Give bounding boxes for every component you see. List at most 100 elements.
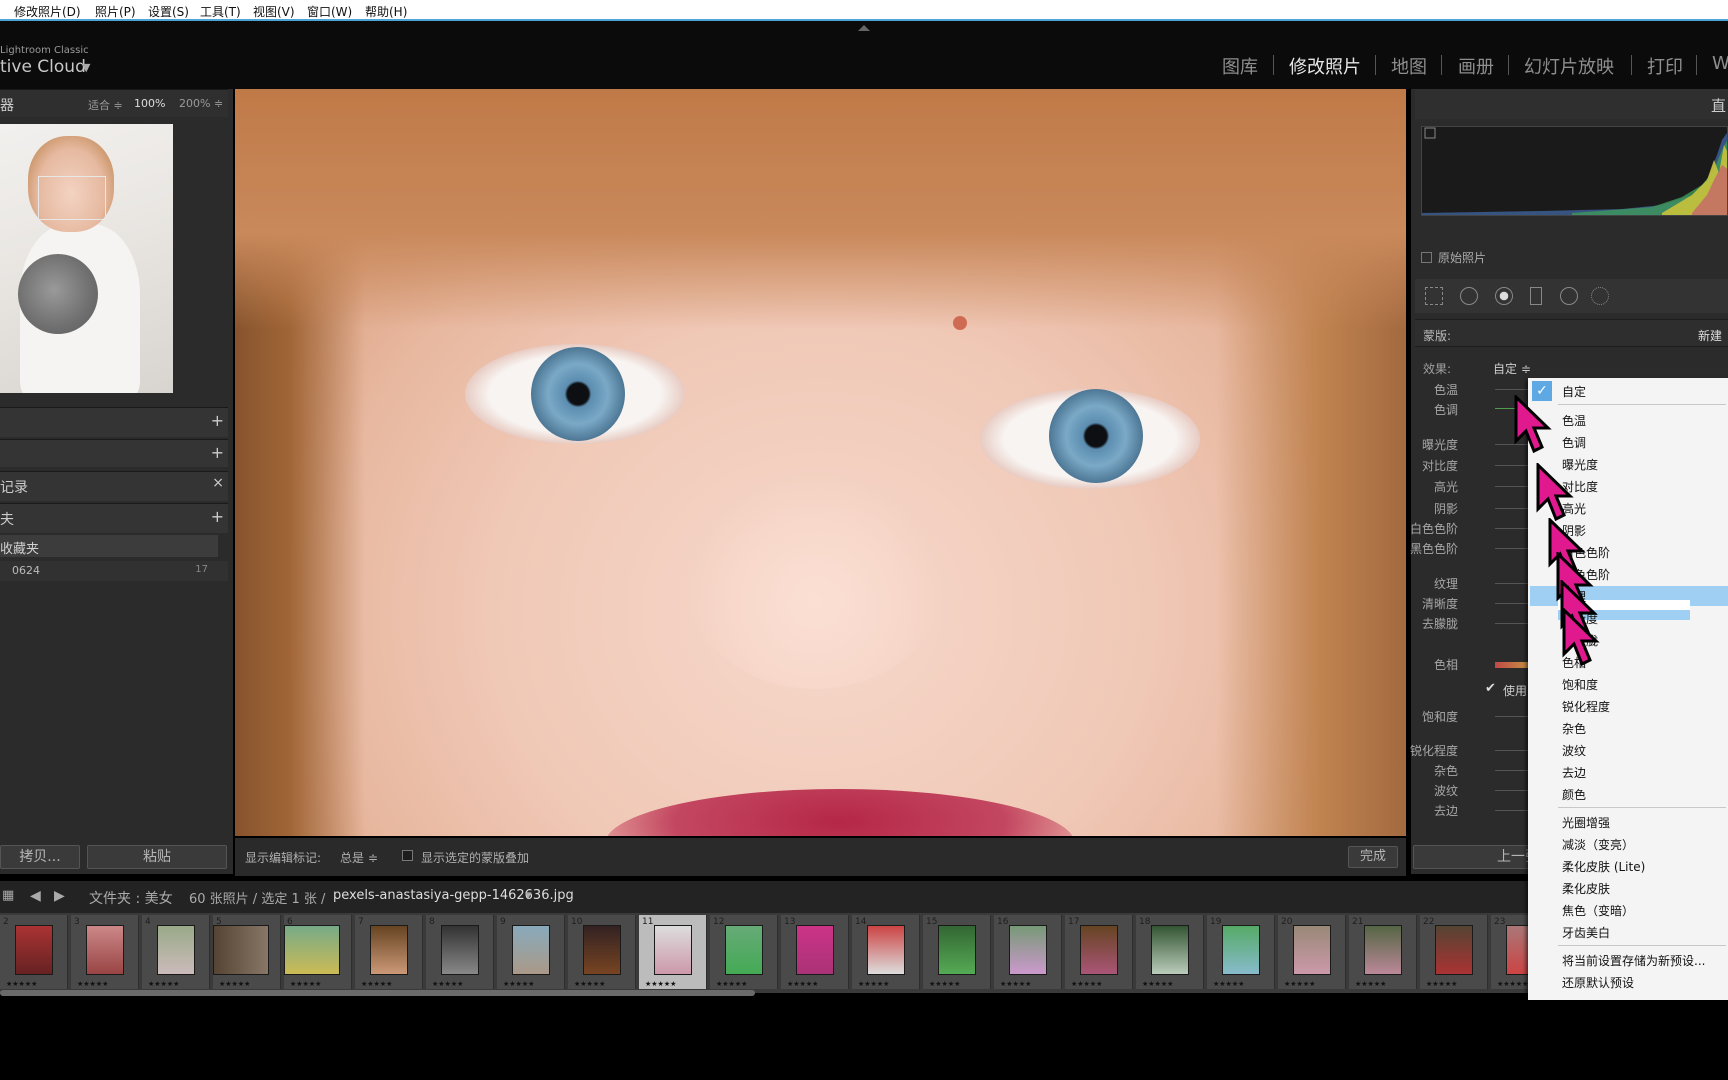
menu-item-soften-skin[interactable]: 柔化皮肤 [1562,880,1610,897]
film-cell[interactable]: 12 ★★★★★ [710,915,778,989]
current-filename[interactable]: pexels-anastasiya-gepp-1462636.jpg [333,888,574,903]
radial-filter-icon[interactable] [1560,287,1578,305]
film-cell[interactable]: 5 ★★★★★ [213,915,281,989]
film-cell[interactable]: 21 ★★★★★ [1349,915,1417,989]
menu-item-saturation[interactable]: 饱和度 [1562,676,1598,693]
module-library[interactable]: 图库 [1222,53,1258,79]
back-arrow-icon[interactable]: ◀ [30,888,41,904]
menu-item-restore-defaults[interactable]: 还原默认预设 [1562,974,1634,991]
film-cell[interactable]: 20 ★★★★★ [1278,915,1346,989]
add-snapshot-icon[interactable]: + [211,443,224,462]
menu-help[interactable]: 帮助(H) [365,3,407,20]
film-cell[interactable]: 6 ★★★★★ [284,915,352,989]
menu-item-save-preset[interactable]: 将当前设置存储为新预设... [1562,952,1705,969]
menu-item-burn[interactable]: 焦色（变暗） [1562,902,1634,919]
menu-item-dodge[interactable]: 减淡（变亮） [1562,836,1634,853]
menu-view[interactable]: 视图(V) [253,3,295,20]
add-preset-icon[interactable]: + [211,411,224,430]
menu-item-teeth-whitening[interactable]: 牙齿美白 [1562,924,1610,941]
navigator-title: 器 [0,98,14,114]
overlay-checkbox[interactable] [402,850,413,861]
add-collection-icon[interactable]: + [211,507,224,526]
red-eye-icon[interactable] [1495,287,1513,305]
module-map[interactable]: 地图 [1391,53,1427,79]
use-checkbox-icon[interactable]: ✔ [1485,681,1496,696]
forward-arrow-icon[interactable]: ▶ [54,888,65,904]
film-cell[interactable]: 8 ★★★★★ [426,915,494,989]
module-print[interactable]: 打印 [1647,53,1683,79]
navigator-header[interactable]: 器 适合 ≑ 100% 200% ≑ [0,89,228,117]
histogram-header[interactable]: 直 [1415,89,1728,119]
mask-new-button[interactable]: 新建 [1698,327,1722,344]
filmstrip-scrollbar[interactable] [0,990,755,996]
module-web[interactable]: W [1712,53,1728,74]
navigator-preview[interactable] [0,124,173,393]
film-thumbnail [1293,925,1331,975]
menu-item-soften-skin-lite[interactable]: 柔化皮肤 (Lite) [1562,858,1645,875]
film-cell[interactable]: 18 ★★★★★ [1136,915,1204,989]
effect-select[interactable]: 自定 ≑ [1493,360,1531,377]
menu-item-moire[interactable]: 波纹 [1562,742,1586,759]
original-checkbox[interactable] [1421,252,1432,263]
folder-source[interactable]: 文件夹 : 美女 [89,888,173,908]
film-cell[interactable]: 13 ★★★★★ [781,915,849,989]
collections-header[interactable]: 夫 + [0,503,228,533]
copy-button[interactable]: 拷贝... [0,845,80,869]
film-cell-selected[interactable]: 11 ★★★★★ [639,915,707,989]
history-header[interactable]: 记录 × [0,471,228,501]
show-marks-select[interactable]: 总是 ≑ [340,849,378,866]
film-cell[interactable]: 7 ★★★★★ [355,915,423,989]
adjustment-brush-icon[interactable] [1591,287,1609,305]
module-develop[interactable]: 修改照片 [1289,53,1361,79]
clear-history-icon[interactable]: × [212,475,224,491]
grid-view-icon[interactable]: ▦ [2,888,14,903]
menu-item-custom[interactable]: 自定 [1562,383,1586,400]
menu-item-defringe[interactable]: 去边 [1562,764,1586,781]
filename-dropdown-icon[interactable]: ▾ [525,888,532,903]
film-cell[interactable]: 16 ★★★★★ [994,915,1062,989]
collection-item-row[interactable]: 0624 17 [0,561,228,581]
film-thumbnail [725,925,763,975]
film-index: 9 [500,917,506,927]
film-cell[interactable]: 14 ★★★★★ [852,915,920,989]
identity-dropdown-icon[interactable]: ▼ [82,61,90,74]
menu-item-tint[interactable]: 色调 [1562,434,1586,451]
crop-tool-icon[interactable] [1425,287,1443,305]
film-cell[interactable]: 15 ★★★★★ [923,915,991,989]
main-photo[interactable] [235,89,1406,836]
menu-settings[interactable]: 设置(S) [148,3,189,20]
film-cell[interactable]: 9 ★★★★★ [497,915,565,989]
film-cell[interactable]: 22 ★★★★★ [1420,915,1488,989]
menu-item-sharpness[interactable]: 锐化程度 [1562,698,1610,715]
paste-button[interactable]: 粘贴 [87,845,227,869]
snapshots-header[interactable]: + [0,439,228,467]
zoom-200-option[interactable]: 200% ≑ [179,97,223,110]
film-cell[interactable]: 2 ★★★★★ [0,915,68,989]
film-cell[interactable]: 19 ★★★★★ [1207,915,1275,989]
film-cell[interactable]: 3 ★★★★★ [71,915,139,989]
menu-item-iris-enhance[interactable]: 光圈增强 [1562,814,1610,831]
collection-folder-row[interactable]: 收藏夹 [0,535,218,557]
film-cell[interactable]: 10 ★★★★★ [568,915,636,989]
module-slideshow[interactable]: 幻灯片放映 [1524,53,1614,79]
done-button[interactable]: 完成 [1348,846,1398,868]
collapse-top-arrow-icon[interactable] [858,25,870,31]
zoom-focus-rectangle[interactable] [38,176,106,220]
zoom-100-option[interactable]: 100% [134,97,165,110]
menu-item-temp[interactable]: 色温 [1562,412,1586,429]
menu-photo[interactable]: 照片(P) [95,3,136,20]
menu-tools[interactable]: 工具(T) [200,3,241,20]
zoom-fit-option[interactable]: 适合 ≑ [88,97,123,113]
histogram[interactable] [1421,126,1728,216]
original-photo-toggle[interactable]: 原始照片 [1421,249,1486,266]
module-book[interactable]: 画册 [1458,53,1494,79]
menu-item-noise[interactable]: 杂色 [1562,720,1586,737]
menu-develop[interactable]: 修改照片(D) [14,3,81,20]
spot-removal-icon[interactable] [1460,287,1478,305]
menu-item-color[interactable]: 颜色 [1562,786,1586,803]
presets-header[interactable]: + [0,407,228,437]
film-cell[interactable]: 4 ★★★★★ [142,915,210,989]
menu-window[interactable]: 窗口(W) [307,3,352,20]
film-cell[interactable]: 17 ★★★★★ [1065,915,1133,989]
graduated-filter-icon[interactable] [1530,287,1542,305]
